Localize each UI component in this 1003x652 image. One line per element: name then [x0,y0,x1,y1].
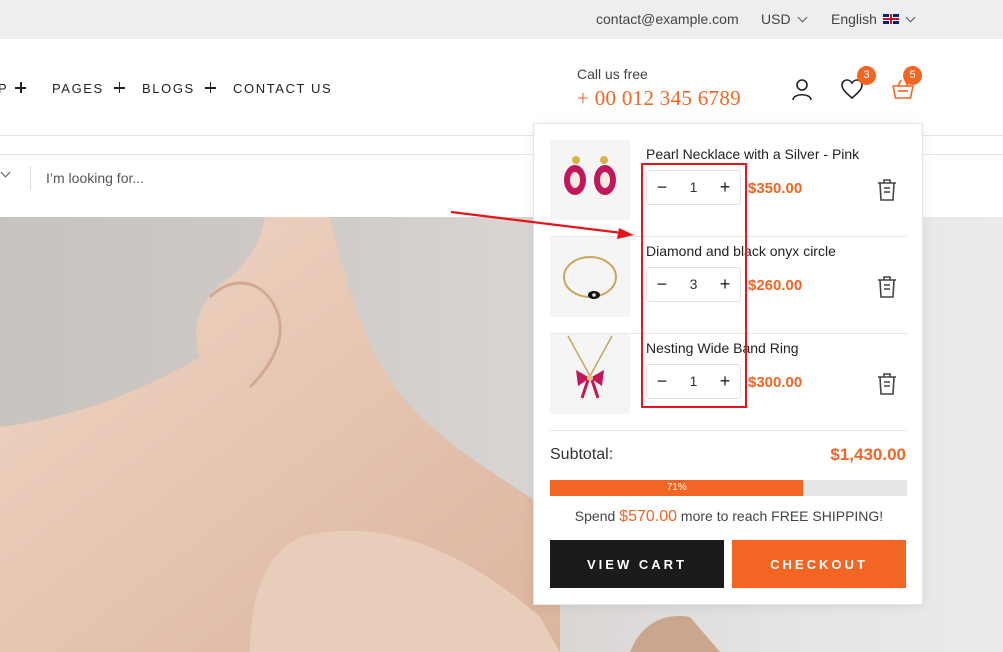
nav-item-label: PAGES [52,81,104,96]
subtotal-label: Subtotal: [550,446,614,463]
call-label: Call us free [577,66,648,82]
contact-email-link[interactable]: contact@example.com [596,11,739,27]
search-input[interactable] [46,161,526,195]
product-thumbnail[interactable] [550,334,630,414]
product-price: $350.00 [748,180,803,197]
plus-icon [204,82,216,93]
currency-label: USD [761,11,791,27]
product-name[interactable]: Pearl Necklace with a Silver - Pink [646,146,859,162]
nav-item-label: P [0,81,9,96]
plus-icon [15,82,27,93]
checkout-button[interactable]: CHECKOUT [732,540,906,588]
main-header: P PAGES BLOGS CONTACT US Call us free + … [0,39,1003,136]
language-label: English [831,11,877,27]
trash-icon[interactable] [876,275,898,299]
necklace-image [567,335,613,399]
product-price: $300.00 [748,374,803,391]
trash-icon[interactable] [876,372,898,396]
nav-item-label: BLOGS [142,81,195,96]
user-icon[interactable] [790,77,814,101]
product-thumbnail[interactable] [550,237,630,317]
currency-selector[interactable]: USD [761,11,808,27]
phone-number[interactable]: + 00 012 345 6789 [577,86,741,111]
shipping-suffix: more to reach FREE SHIPPING! [680,508,884,524]
chevron-down-icon [797,12,808,23]
view-cart-button[interactable]: VIEW CART [550,540,724,588]
product-price: $260.00 [748,277,803,294]
nav-item-shop[interactable]: P [0,81,27,96]
uk-flag-icon [882,14,899,24]
plus-icon [113,82,125,93]
nav-item-blogs[interactable]: BLOGS [142,81,216,96]
cart-count-badge: 5 [903,66,922,85]
chevron-down-icon[interactable] [0,167,11,178]
free-shipping-message: Spend $570.00 more to reach FREE SHIPPIN… [534,508,924,526]
product-thumbnail[interactable] [550,140,630,220]
nav-item-contact[interactable]: CONTACT US [233,81,332,96]
subtotal-value: $1,430.00 [830,445,906,464]
chevron-down-icon [905,12,916,23]
wishlist-count-badge: 3 [857,66,876,85]
shipping-prefix: Spend [574,508,616,524]
shipping-amount: $570.00 [619,508,678,525]
top-bar: contact@example.com USD English [0,0,1003,39]
search-divider [30,166,31,190]
progress-fill: 71% [550,480,804,496]
free-shipping-progress-bar: 71% [550,480,907,496]
trash-icon[interactable] [876,178,898,202]
annotation-highlight-box [641,163,747,408]
bracelet-image [563,256,617,299]
earrings-image [564,156,616,195]
nav-item-pages[interactable]: PAGES [52,81,125,96]
language-selector[interactable]: English [831,11,916,27]
